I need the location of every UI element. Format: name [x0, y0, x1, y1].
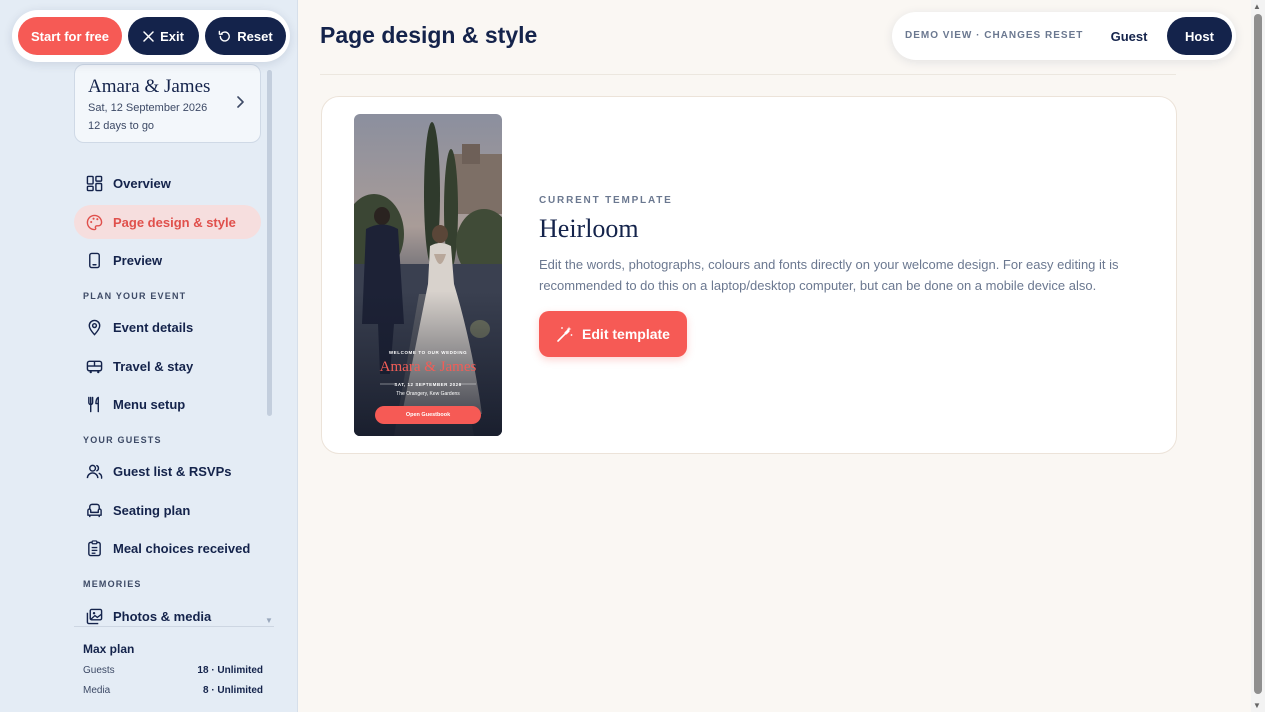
edit-template-label: Edit template — [582, 326, 670, 342]
sidebar-item-label: Photos & media — [113, 608, 212, 624]
window-scrollbar[interactable]: ▲ ▼ — [1251, 0, 1265, 712]
page-title: Page design & style — [320, 22, 538, 48]
template-description: Edit the words, photographs, colours and… — [539, 257, 1119, 293]
exit-button[interactable]: Exit — [128, 17, 199, 55]
exit-label: Exit — [160, 28, 184, 44]
sidebar-item-label: Guest list & RSVPs — [113, 463, 232, 479]
close-icon — [143, 30, 154, 42]
wedding-photo-image — [354, 114, 502, 436]
host-view-button[interactable]: Host — [1167, 17, 1232, 55]
header-divider — [320, 74, 1176, 75]
bus-icon — [86, 360, 103, 373]
scroll-up-icon[interactable]: ▲ — [1253, 2, 1261, 11]
plan-media-value: 8 · Unlimited — [202, 685, 263, 696]
images-icon — [86, 608, 103, 624]
sidebar-item-label: Seating plan — [113, 502, 191, 518]
plan-media-row: Media 8 · Unlimited — [83, 685, 263, 696]
clipboard-icon — [88, 539, 101, 556]
edit-template-button[interactable]: Edit template — [539, 311, 687, 357]
start-for-free-label: Start for free — [30, 28, 110, 44]
section-label-memories: MEMORIES — [83, 579, 142, 589]
section-label-plan: PLAN YOUR EVENT — [83, 291, 187, 301]
plan-guests-value: 18 · Unlimited — [197, 665, 263, 676]
view-switcher: DEMO VIEW · CHANGES RESET Guest Host — [892, 12, 1236, 60]
sidebar: ▼ Amara & James Sat, 12 September 2026 1… — [0, 0, 298, 712]
preview-venue: The Orangery, Kew Gardens — [396, 391, 460, 397]
event-date: Sat, 12 September 2026 — [88, 102, 208, 114]
demo-action-bar: Start for free Exit Reset — [12, 10, 290, 62]
plan-guests-label: Guests — [83, 665, 115, 676]
sidebar-item-travel-stay[interactable]: Travel & stay — [74, 349, 261, 383]
sidebar-item-label: Menu setup — [113, 396, 186, 412]
plan-media-label: Media — [83, 685, 111, 696]
chevron-right-icon — [236, 95, 244, 111]
start-for-free-button[interactable]: Start for free — [18, 17, 122, 55]
plan-guests-row: Guests 18 · Unlimited — [83, 665, 263, 676]
sidebar-item-label: Meal choices received — [113, 540, 251, 556]
section-label-guests: YOUR GUESTS — [83, 435, 162, 445]
reset-button[interactable]: Reset — [205, 17, 286, 55]
scroll-down-icon[interactable]: ▼ — [1253, 701, 1261, 710]
demo-view-label: DEMO VIEW · CHANGES RESET — [905, 30, 1084, 41]
scrollbar-thumb[interactable] — [1254, 14, 1262, 694]
preview-couple-names: Amara & James — [379, 359, 477, 375]
sidebar-item-meal-choices[interactable]: Meal choices received — [74, 531, 261, 565]
sidebar-item-preview[interactable]: Preview — [74, 243, 261, 277]
sidebar-divider — [74, 626, 274, 627]
reset-icon — [218, 30, 231, 42]
template-preview-thumbnail[interactable]: WELCOME TO OUR WEDDING Amara & James SAT… — [354, 114, 502, 436]
sidebar-item-page-design[interactable]: Page design & style — [74, 205, 261, 239]
sidebar-scrollbar[interactable] — [267, 70, 272, 416]
sidebar-item-overview[interactable]: Overview — [74, 166, 261, 200]
event-card[interactable]: Amara & James Sat, 12 September 2026 12 … — [74, 64, 261, 143]
grid-icon — [86, 175, 103, 191]
users-icon — [86, 464, 103, 479]
sidebar-item-label: Overview — [113, 175, 171, 191]
armchair-icon — [87, 503, 102, 517]
guest-view-button[interactable]: Guest — [1102, 17, 1156, 55]
location-pin-icon — [88, 319, 101, 336]
reset-label: Reset — [237, 28, 273, 44]
sidebar-item-seating-plan[interactable]: Seating plan — [74, 493, 261, 527]
phone-icon — [89, 252, 100, 268]
magic-wand-icon — [557, 326, 573, 342]
sidebar-item-event-details[interactable]: Event details — [74, 310, 261, 344]
sidebar-scroll-down-icon[interactable]: ▼ — [265, 616, 273, 625]
cutlery-icon — [88, 396, 99, 412]
sidebar-item-guest-list[interactable]: Guest list & RSVPs — [74, 454, 261, 488]
sidebar-item-photos-media[interactable]: Photos & media — [74, 599, 261, 633]
sidebar-item-label: Page design & style — [113, 214, 236, 230]
current-template-label: CURRENT TEMPLATE — [539, 195, 673, 206]
sidebar-item-label: Event details — [113, 319, 194, 335]
sidebar-item-label: Preview — [113, 252, 163, 268]
sidebar-item-menu-setup[interactable]: Menu setup — [74, 387, 261, 421]
current-template-card: WELCOME TO OUR WEDDING Amara & James SAT… — [321, 96, 1177, 454]
template-name: Heirloom — [539, 214, 639, 243]
sidebar-item-label: Travel & stay — [113, 358, 194, 374]
palette-icon — [86, 214, 103, 230]
preview-welcome-text: WELCOME TO OUR WEDDING — [388, 350, 468, 355]
preview-date: SAT, 12 SEPTEMBER 2026 — [394, 382, 462, 387]
couple-names: Amara & James — [88, 76, 211, 97]
event-countdown: 12 days to go — [88, 120, 155, 132]
plan-title: Max plan — [83, 642, 135, 656]
preview-open-guestbook-button: Open Guestbook — [375, 406, 481, 424]
